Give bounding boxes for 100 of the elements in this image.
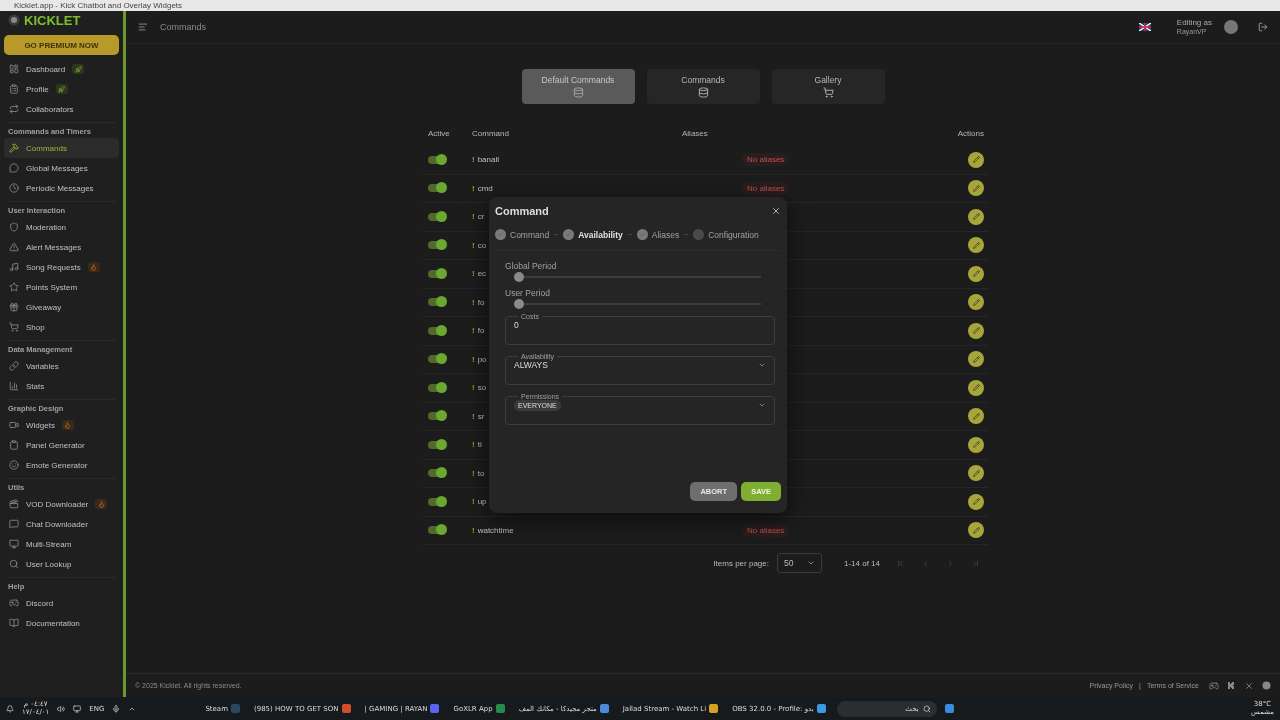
sidebar-item[interactable]: Commands (4, 138, 119, 158)
sidebar-item[interactable]: Song Requests (4, 257, 119, 277)
check-icon (565, 231, 573, 238)
microphone-icon[interactable] (112, 704, 121, 713)
pencil-icon (972, 213, 980, 221)
sidebar-item[interactable]: Variables (4, 356, 119, 376)
sidebar-item[interactable]: Panel Generator (4, 435, 119, 455)
gamepad-icon[interactable] (1209, 680, 1219, 691)
command-name: ti (477, 440, 482, 450)
sidebar-item[interactable]: Global Messages (4, 158, 119, 178)
edit-button[interactable] (968, 436, 984, 453)
active-toggle[interactable] (428, 184, 446, 193)
tab[interactable]: Gallery (771, 69, 885, 104)
active-toggle[interactable] (428, 155, 446, 164)
sidebar-item[interactable]: Emote Generator (4, 455, 119, 475)
slider-thumb[interactable] (514, 299, 524, 309)
speech-bubble-icon (9, 519, 19, 529)
command-name: so (477, 383, 487, 393)
step[interactable]: Aliases (636, 229, 680, 240)
edit-button[interactable] (968, 265, 984, 282)
active-toggle[interactable] (428, 526, 446, 535)
sidebar-item[interactable]: Multi-Stream (4, 534, 119, 554)
avatar[interactable] (1224, 20, 1238, 34)
clipboard-icon (9, 440, 19, 450)
x-icon[interactable] (1244, 680, 1254, 691)
sidebar-item[interactable]: Chat Downloader (4, 514, 119, 534)
monitor-icon (9, 539, 19, 549)
active-toggle[interactable] (428, 212, 446, 221)
edit-button[interactable] (968, 379, 984, 396)
page-range: 1-14 of 14 (843, 558, 880, 568)
go-premium-button[interactable]: GO PREMIUM NOW (4, 35, 119, 55)
sidebar-item[interactable]: Alert Messages (4, 237, 119, 257)
clock-icon (9, 183, 19, 193)
menu-icon[interactable] (138, 22, 148, 32)
edit-button[interactable] (968, 208, 984, 225)
active-toggle[interactable] (428, 298, 446, 307)
command-prefix: ! (472, 354, 475, 364)
kick-icon[interactable] (1227, 681, 1236, 690)
slider-thumb[interactable] (514, 272, 524, 282)
sidebar-item[interactable]: Stats (4, 376, 119, 396)
edit-button[interactable] (968, 408, 984, 425)
logout-icon[interactable] (1258, 22, 1268, 32)
active-toggle[interactable] (428, 412, 446, 421)
active-toggle[interactable] (428, 269, 446, 278)
sidebar-item[interactable]: Collaborators (4, 99, 119, 119)
check-icon (638, 231, 646, 238)
active-toggle[interactable] (428, 241, 446, 250)
step[interactable]: Configuration (693, 229, 759, 240)
column-header: Actions (957, 128, 984, 138)
edit-button[interactable] (968, 294, 984, 311)
hammer-icon (9, 143, 19, 153)
database-icon (572, 87, 584, 98)
edit-button[interactable] (968, 322, 984, 339)
step[interactable]: Command (495, 229, 550, 240)
edit-button[interactable] (968, 180, 984, 197)
pencil-icon (972, 270, 980, 278)
no-aliases-tag: No aliases (742, 153, 790, 167)
step[interactable]: Availability (563, 229, 623, 240)
notification-icon[interactable] (6, 704, 14, 713)
sidebar-item[interactable]: Profile (4, 79, 119, 99)
gamepad-icon (9, 598, 19, 608)
sidebar-item[interactable]: Periodic Messages (4, 178, 119, 198)
edit-button[interactable] (968, 493, 984, 510)
caret-icon (758, 401, 766, 409)
edit-button[interactable] (968, 522, 984, 539)
per-page-select[interactable]: 50 (776, 553, 822, 573)
search-icon (9, 559, 19, 569)
edit-button[interactable] (968, 351, 984, 368)
sidebar-item[interactable]: Documentation (4, 613, 119, 633)
active-toggle[interactable] (428, 469, 446, 478)
sidebar-item[interactable]: Widgets (4, 415, 119, 435)
edit-button[interactable] (968, 465, 984, 482)
volume-icon[interactable] (57, 704, 66, 713)
pencil-icon (972, 156, 980, 164)
command-name: fo (477, 326, 485, 336)
flag-icon[interactable] (1138, 23, 1151, 31)
sidebar-item[interactable]: Moderation (4, 217, 119, 237)
edit-button[interactable] (968, 237, 984, 254)
sidebar-item[interactable]: Giveaway (4, 297, 119, 317)
active-toggle[interactable] (428, 497, 446, 506)
start-icon[interactable] (944, 704, 954, 713)
sidebar-item[interactable]: Dashboard (4, 59, 119, 79)
edit-button[interactable] (968, 151, 984, 168)
active-toggle[interactable] (428, 440, 446, 449)
active-toggle[interactable] (428, 355, 446, 364)
tab[interactable]: Commands (646, 69, 760, 104)
sidebar-item[interactable]: Points System (4, 277, 119, 297)
active-toggle[interactable] (428, 383, 446, 392)
sidebar-item[interactable]: Shop (4, 317, 119, 337)
monitor-icon[interactable] (73, 704, 82, 713)
star-icon (9, 282, 19, 292)
sidebar-item[interactable]: VOD Downloader (4, 494, 119, 514)
search-icon (922, 704, 931, 713)
sidebar-item[interactable]: Discord (4, 593, 119, 613)
sidebar-item[interactable]: User Lookup (4, 554, 119, 574)
circle-icon[interactable] (1262, 681, 1271, 690)
command-prefix: ! (472, 468, 475, 478)
active-toggle[interactable] (428, 326, 446, 335)
close-button[interactable] (771, 206, 781, 216)
tab[interactable]: Default Commands (521, 69, 635, 104)
